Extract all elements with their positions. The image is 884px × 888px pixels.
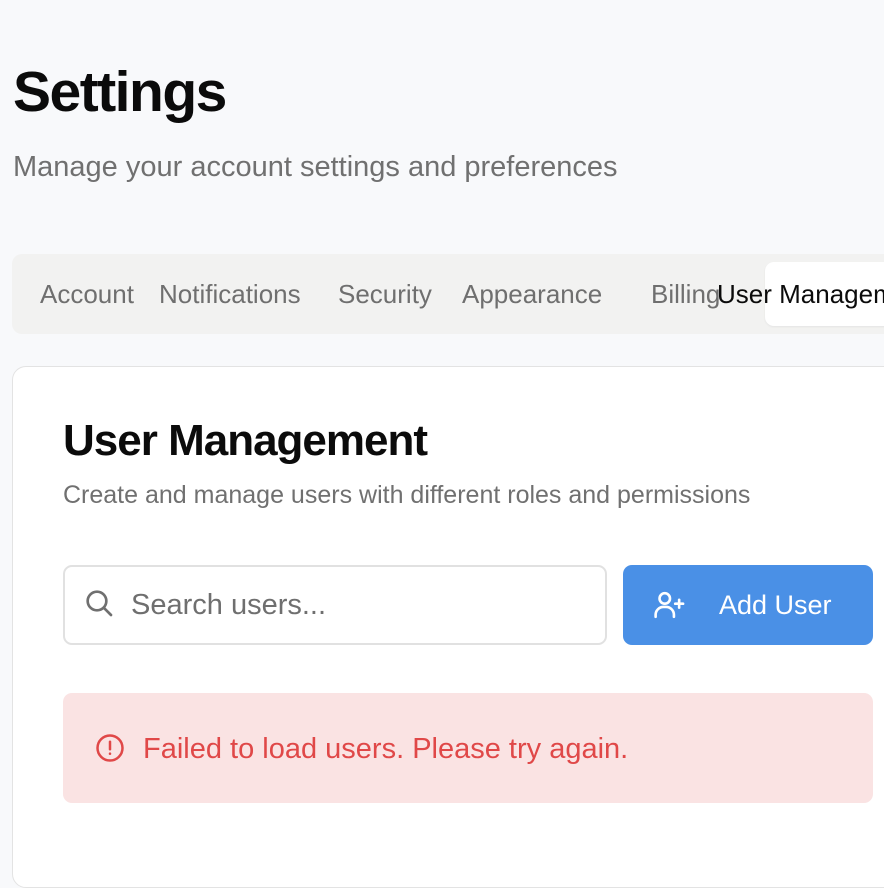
page-title: Settings: [13, 60, 227, 124]
tab-account[interactable]: Account: [40, 254, 134, 334]
error-message: Failed to load users. Please try again.: [143, 733, 629, 765]
search-input[interactable]: [129, 577, 593, 633]
search-field[interactable]: [63, 565, 607, 645]
section-title: User Management: [63, 416, 428, 465]
tab-appearance[interactable]: Appearance: [462, 254, 602, 334]
add-user-button[interactable]: Add User: [623, 565, 873, 645]
page-subtitle: Manage your account settings and prefere…: [13, 151, 618, 183]
tab-billing[interactable]: Billing: [651, 254, 720, 334]
error-alert: Failed to load users. Please try again.: [63, 693, 873, 803]
user-management-card: User Management Create and manage users …: [12, 366, 884, 888]
add-user-label: Add User: [719, 590, 832, 620]
section-description: Create and manage users with different r…: [63, 481, 751, 509]
tab-notifications[interactable]: Notifications: [159, 254, 301, 334]
settings-tabs: Account Notifications Security Appearanc…: [12, 254, 884, 334]
tab-security[interactable]: Security: [338, 254, 432, 334]
tab-user-management-label: User Management: [717, 279, 884, 309]
tab-user-management[interactable]: User Management: [717, 262, 884, 326]
